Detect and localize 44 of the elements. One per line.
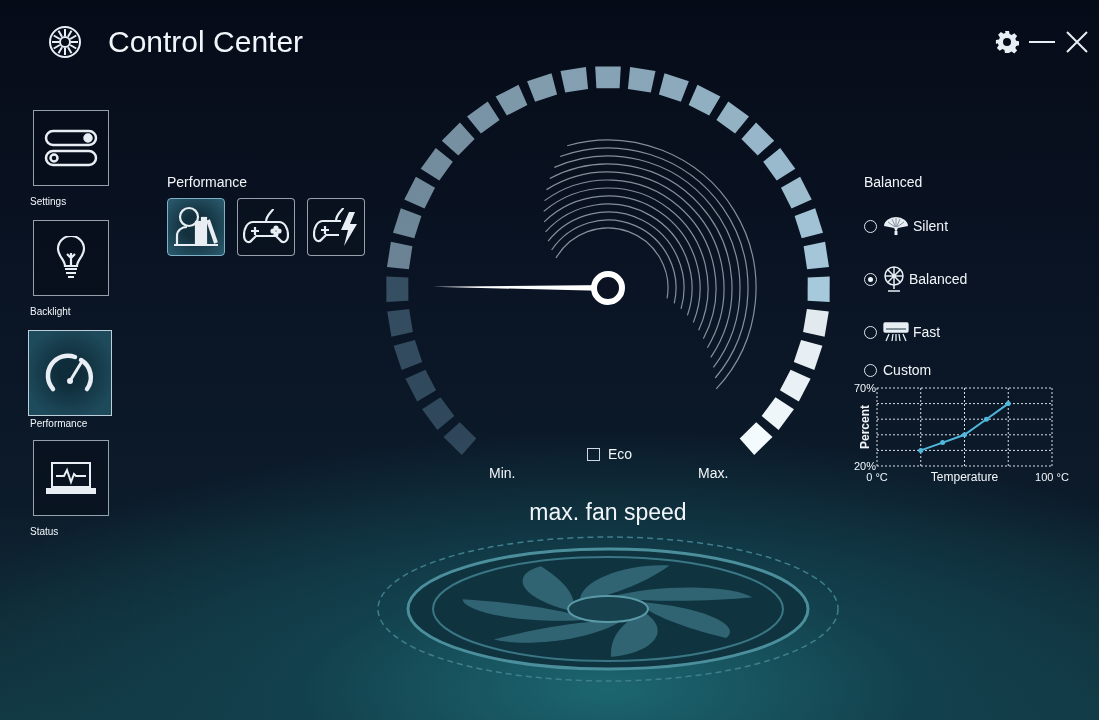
laptop-pulse-icon (46, 461, 96, 495)
window-title: Control Center (108, 25, 304, 59)
fan-logo-icon (48, 25, 82, 59)
y-tick-label: 20% (853, 460, 876, 472)
option-label[interactable]: Balanced (909, 271, 968, 287)
gamepad-bolt-icon (313, 206, 359, 248)
minimize-icon[interactable] (1029, 40, 1055, 44)
sidebar-tab[interactable] (33, 110, 109, 186)
close-icon[interactable] (1065, 30, 1089, 54)
toggle-switches-icon (44, 128, 98, 168)
data-point (1005, 401, 1011, 407)
option-label[interactable]: Fast (913, 324, 941, 340)
y-tick-label: 70% (853, 382, 876, 394)
data-point (983, 416, 989, 422)
eco-checkbox[interactable] (587, 447, 600, 461)
section-title: Balanced (864, 174, 923, 190)
option-label[interactable]: Custom (883, 362, 932, 378)
sidebar-label: Settings (30, 196, 68, 207)
sidebar-tab[interactable] (28, 330, 112, 416)
light-bulb-icon (56, 236, 86, 280)
sidebar-tab[interactable] (33, 440, 109, 516)
air-conditioner-icon (883, 322, 909, 342)
data-point (918, 447, 924, 453)
section-title: Performance (167, 174, 248, 190)
x-axis-title: Temperature (930, 470, 999, 484)
min-label: Min. (489, 465, 516, 481)
y-axis-title: Percent (858, 405, 872, 449)
hand-fan-icon (883, 216, 909, 236)
data-point (940, 440, 946, 446)
x-tick-label: 100 °C (1035, 471, 1069, 483)
x-tick-label: 0 °C (866, 471, 888, 483)
sidebar-tab[interactable] (33, 220, 109, 296)
option-label[interactable]: Silent (913, 218, 949, 234)
max-label: Max. (698, 465, 729, 481)
settings-icon[interactable] (995, 30, 1019, 54)
sidebar-label: Backlight (30, 306, 72, 317)
sidebar-label: Status (30, 526, 60, 537)
reader-books-icon (173, 206, 219, 248)
mode-button[interactable] (167, 198, 225, 256)
eco-label: Eco (608, 446, 633, 462)
gauge-caption: max. fan speed (529, 500, 687, 524)
desk-fan-icon (883, 266, 905, 292)
sidebar-label: Performance (30, 418, 89, 429)
data-point (962, 432, 967, 438)
